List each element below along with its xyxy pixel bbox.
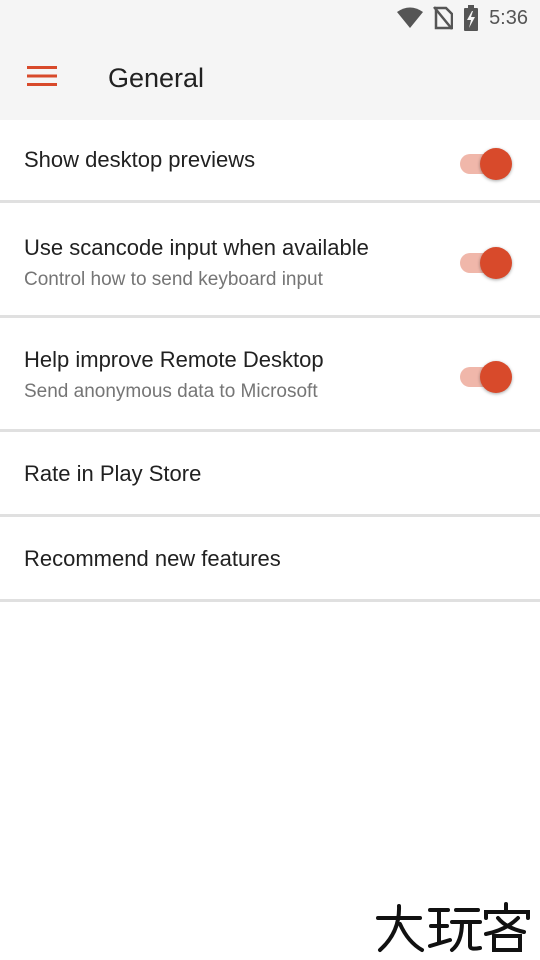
setting-title: Show desktop previews: [24, 147, 256, 172]
switch-thumb: [480, 361, 512, 393]
setting-title: Use scancode input when available: [24, 235, 369, 260]
setting-help-improve[interactable]: Help improve Remote Desktop Send anonymo…: [0, 318, 540, 432]
setting-title: Rate in Play Store: [24, 461, 202, 486]
help-improve-toggle[interactable]: [460, 357, 512, 393]
setting-rate-play-store[interactable]: Rate in Play Store: [0, 432, 540, 517]
switch-thumb: [480, 148, 512, 180]
no-sim-icon: [433, 6, 454, 30]
show-desktop-previews-toggle[interactable]: [460, 144, 512, 180]
app-bar: General: [0, 36, 540, 120]
scancode-input-toggle[interactable]: [460, 243, 512, 279]
battery-charging-icon: [463, 5, 479, 31]
setting-subtitle: Control how to send keyboard input: [24, 269, 323, 290]
settings-list: Show desktop previews Use scancode input…: [0, 120, 540, 602]
setting-recommend-features[interactable]: Recommend new features: [0, 517, 540, 602]
setting-scancode-input[interactable]: Use scancode input when available Contro…: [0, 203, 540, 318]
setting-title: Help improve Remote Desktop: [24, 347, 324, 372]
setting-subtitle: Send anonymous data to Microsoft: [24, 381, 318, 402]
menu-button[interactable]: [16, 54, 68, 102]
status-time: 5:36: [489, 6, 528, 29]
hamburger-menu-icon[interactable]: [27, 65, 57, 92]
wifi-icon: [397, 7, 424, 29]
setting-title: Recommend new features: [24, 546, 281, 571]
setting-show-desktop-previews[interactable]: Show desktop previews: [0, 120, 540, 203]
status-bar: 5:36: [0, 0, 540, 36]
watermark-logo: [374, 902, 536, 954]
page-title: General: [108, 63, 205, 93]
switch-thumb: [480, 247, 512, 279]
status-icons: 5:36: [397, 5, 528, 31]
